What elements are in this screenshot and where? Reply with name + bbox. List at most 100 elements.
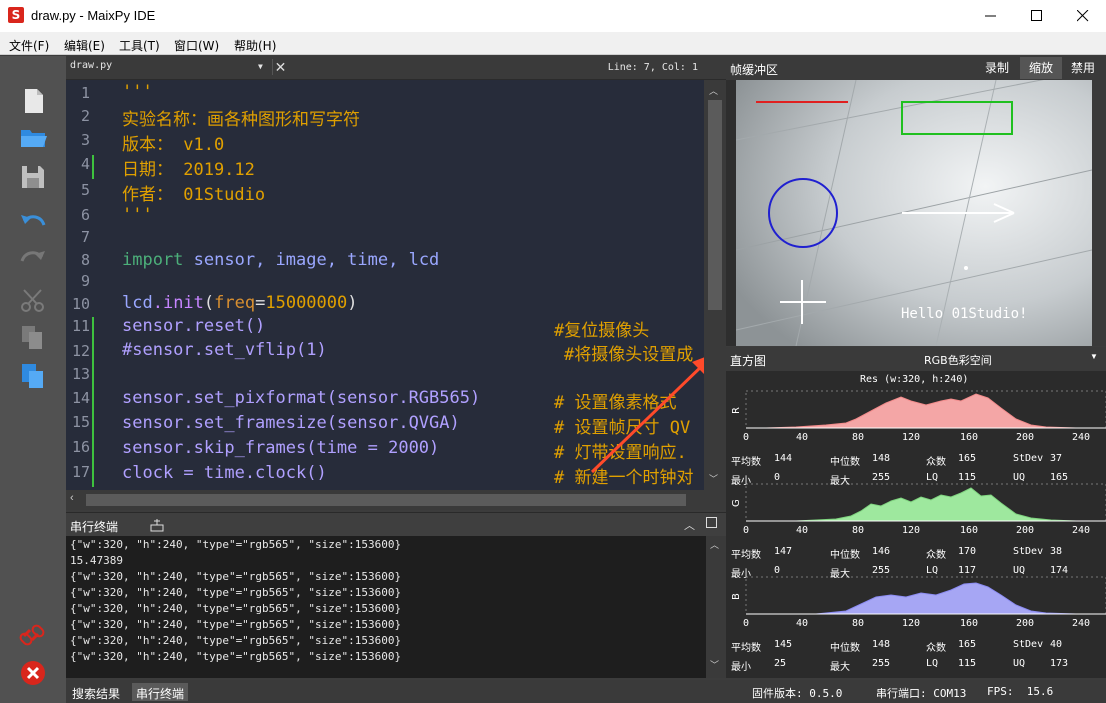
menu-tools[interactable]: 工具(T) — [119, 37, 160, 54]
status-bar: 固件版本: 0.5.0 串行端口: COM13 FPS: 15.6 — [726, 680, 1106, 703]
collapse-up-icon[interactable]: ︿ — [684, 517, 695, 533]
zoom-button[interactable]: 缩放 — [1020, 57, 1062, 79]
scroll-up-icon[interactable]: ︿ — [709, 84, 718, 97]
code-line: import sensor, image, time, lcd — [122, 250, 440, 270]
overlay-text: Hello 01Studio! — [901, 306, 1027, 322]
line-number: 17 — [71, 463, 90, 481]
line-number: 12 — [71, 342, 90, 360]
close-file-button[interactable]: ✕ — [272, 59, 288, 75]
stat-label: 平均数 — [731, 643, 761, 654]
save-file-button[interactable] — [14, 160, 52, 194]
connect-button[interactable] — [14, 618, 52, 652]
editor-vertical-scrollbar[interactable]: ︿ ﹀ — [704, 80, 726, 490]
menu-help[interactable]: 帮助(H) — [234, 37, 276, 54]
record-button[interactable]: 录制 — [976, 57, 1018, 79]
code-line: ''' — [122, 82, 153, 102]
frame-buffer-view[interactable]: Hello 01Studio! — [726, 80, 1106, 346]
close-window-button[interactable] — [1060, 0, 1106, 32]
stat-value: 165 — [958, 639, 977, 650]
line-number: 3 — [80, 131, 90, 149]
stat-value: 146 — [872, 546, 891, 557]
scroll-left-icon[interactable]: ‹ — [70, 492, 74, 504]
tick-label: 120 — [902, 525, 921, 536]
minimize-button[interactable] — [968, 0, 1014, 32]
file-name: draw.py — [70, 60, 113, 71]
menu-edit[interactable]: 编辑(E) — [64, 37, 105, 54]
undo-button[interactable] — [14, 208, 52, 242]
stat-value: 38 — [1050, 546, 1063, 557]
tick-label: 120 — [902, 432, 921, 443]
line-number: 4 — [80, 155, 90, 173]
histogram-header: 直方图 RGB色彩空间 ▼ — [726, 347, 1106, 371]
line-number: 13 — [71, 365, 90, 383]
frame-buffer-scrollbar[interactable] — [1092, 80, 1106, 346]
line-number: 8 — [80, 251, 90, 269]
frame-buffer-title: 帧缓冲区 — [730, 63, 779, 77]
scroll-down-icon[interactable]: ﹀ — [710, 658, 719, 671]
paste-button[interactable] — [14, 358, 52, 392]
stat-label: 中位数 — [830, 643, 860, 654]
float-panel-icon[interactable] — [706, 517, 717, 528]
histogram-g: G — [731, 483, 1106, 522]
scissors-icon — [21, 289, 44, 312]
terminal-line: {"w":320, "h":240, "type"="rgb565", "siz… — [70, 570, 402, 583]
maixpy-app-icon: S — [8, 7, 24, 23]
line-number: 11 — [71, 317, 90, 335]
tab-search-results[interactable]: 搜索结果 — [68, 683, 124, 701]
tick-label: 80 — [852, 525, 865, 536]
dropdown-arrow-icon: ▼ — [258, 62, 263, 71]
tick-label: 40 — [796, 432, 809, 443]
code-line: sensor.skip_frames(time = 2000) — [122, 438, 440, 458]
new-file-icon — [25, 89, 43, 113]
line-number: 16 — [71, 438, 90, 456]
stat-label: 最小 — [731, 662, 751, 673]
stat-label: LQ — [926, 472, 939, 483]
scroll-up-icon[interactable]: ︿ — [710, 538, 719, 551]
tick-label: 80 — [852, 618, 865, 629]
open-file-button[interactable] — [14, 120, 52, 154]
stat-label: StDev — [1013, 546, 1044, 557]
channel-label-r: R — [731, 407, 742, 414]
copy-button[interactable] — [14, 320, 52, 354]
stat-value: 117 — [958, 565, 977, 576]
editor-horizontal-scrollbar[interactable]: ‹ — [66, 490, 726, 510]
paste-icon — [22, 364, 43, 388]
serial-terminal-output[interactable]: {"w":320, "h":240, "type"="rgb565", "siz… — [66, 536, 706, 678]
histogram-r: R — [731, 390, 1106, 429]
scrollbar-thumb[interactable] — [708, 100, 722, 310]
code-line: sensor.set_framesize(sensor.QVGA) — [122, 413, 460, 433]
code-line: clock = time.clock() — [122, 463, 327, 483]
stop-button[interactable] — [14, 656, 52, 690]
redo-button[interactable] — [14, 244, 52, 278]
file-selector[interactable]: draw.py ▼ — [70, 60, 270, 76]
tick-label: 200 — [1016, 525, 1035, 536]
tab-serial-terminal[interactable]: 串行终端 — [132, 683, 189, 701]
scrollbar-thumb[interactable] — [86, 494, 686, 506]
tick-label: 160 — [960, 525, 979, 536]
code-comment: #复位摄像头 — [554, 321, 650, 341]
cut-button[interactable] — [14, 284, 52, 318]
code-editor[interactable]: 1 2 3 4 5 6 7 8 9 10 11 12 13 14 15 16 1… — [66, 80, 704, 490]
stat-value: 0 — [774, 472, 781, 483]
disable-button[interactable]: 禁用 — [1062, 57, 1104, 79]
stat-value: 115 — [958, 658, 977, 669]
code-line: 日期： 2019.12 — [122, 160, 255, 180]
stop-icon — [21, 661, 45, 685]
tick-label: 40 — [796, 618, 809, 629]
maximize-button[interactable] — [1014, 0, 1060, 32]
line-number: 6 — [80, 206, 90, 224]
stat-label: 平均数 — [731, 457, 761, 468]
menu-window[interactable]: 窗口(W) — [174, 37, 219, 54]
clear-terminal-icon[interactable] — [150, 518, 164, 532]
stat-label: 中位数 — [830, 457, 860, 468]
colorspace-selector[interactable]: RGB色彩空间 — [924, 352, 992, 368]
menu-file[interactable]: 文件(F) — [9, 37, 49, 54]
stat-label: 最大 — [830, 569, 850, 580]
scroll-down-icon[interactable]: ﹀ — [709, 472, 718, 485]
stat-value: 0 — [774, 565, 781, 576]
dropdown-arrow-icon[interactable]: ▼ — [1090, 352, 1098, 361]
line-number: 9 — [80, 272, 90, 290]
tick-label: 0 — [743, 432, 750, 443]
terminal-scrollbar[interactable]: ︿ ﹀ — [706, 536, 726, 678]
new-file-button[interactable] — [14, 84, 52, 118]
